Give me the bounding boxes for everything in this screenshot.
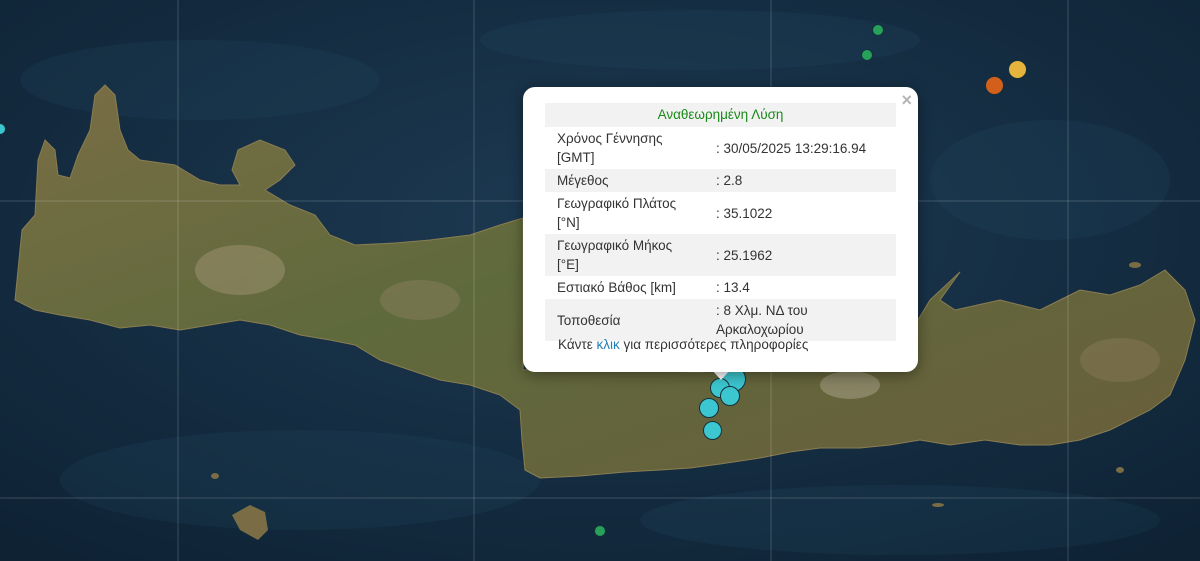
earthquake-marker[interactable] [703, 421, 722, 440]
earthquake-marker[interactable] [720, 386, 740, 406]
row-label: Γεωγραφικό Πλάτος [°N] [557, 196, 677, 230]
more-info-suffix: για περισσότερες πληροφορίες [619, 337, 809, 352]
row-value: : 13.4 [716, 280, 750, 295]
earthquake-marker[interactable] [1008, 60, 1027, 79]
row-label: Μέγεθος [545, 169, 704, 192]
earthquake-marker[interactable] [594, 525, 606, 537]
earthquake-marker[interactable] [872, 24, 884, 36]
earthquake-details-table: Αναθεωρημένη Λύση Χρόνος Γέννησης [GMT] … [545, 103, 896, 341]
more-info-prefix: Κάντε [558, 337, 597, 352]
islet-south [932, 503, 944, 507]
islet-south-east [1116, 467, 1124, 473]
row-value: : 30/05/2025 13:29:16.94 [716, 140, 867, 156]
row-label: Εστιακό Βάθος [km] [557, 280, 676, 295]
table-row: Χρόνος Γέννησης [GMT] : 30/05/2025 13:29… [545, 127, 896, 169]
islet-west [211, 473, 219, 479]
row-value: : 35.1022 [716, 205, 773, 221]
table-row: Γεωγραφικό Μήκος [°E] : 25.1962 [545, 234, 896, 276]
earthquake-marker[interactable] [985, 76, 1004, 95]
table-row: Μέγεθος : 2.8 [545, 169, 896, 192]
row-value: : 2.8 [704, 169, 896, 192]
earthquake-marker[interactable] [699, 398, 719, 418]
close-icon[interactable]: × [901, 91, 912, 109]
earthquake-info-popup: × Αναθεωρημένη Λύση Χρόνος Γέννησης [GMT… [523, 87, 918, 372]
row-label: Χρόνος Γέννησης [GMT] [557, 131, 663, 165]
more-info-link[interactable]: κλικ [597, 337, 620, 352]
row-value: : 8 Χλμ. ΝΔ του Αρκαλοχωρίου [704, 299, 896, 341]
table-row: Τοποθεσία : 8 Χλμ. ΝΔ του Αρκαλοχωρίου [545, 299, 896, 341]
table-row: Εστιακό Βάθος [km] : 13.4 [545, 276, 896, 299]
popup-title: Αναθεωρημένη Λύση [545, 103, 896, 127]
more-info-text: Κάντε κλικ για περισσότερες πληροφορίες [558, 337, 808, 352]
row-label: Γεωγραφικό Μήκος [°E] [545, 234, 704, 276]
row-label: Τοποθεσία [545, 299, 704, 341]
earthquake-marker[interactable] [861, 49, 873, 61]
row-value: : 25.1962 [704, 234, 896, 276]
table-row: Γεωγραφικό Πλάτος [°N] : 35.1022 [545, 192, 896, 234]
dia-island [1129, 262, 1141, 268]
